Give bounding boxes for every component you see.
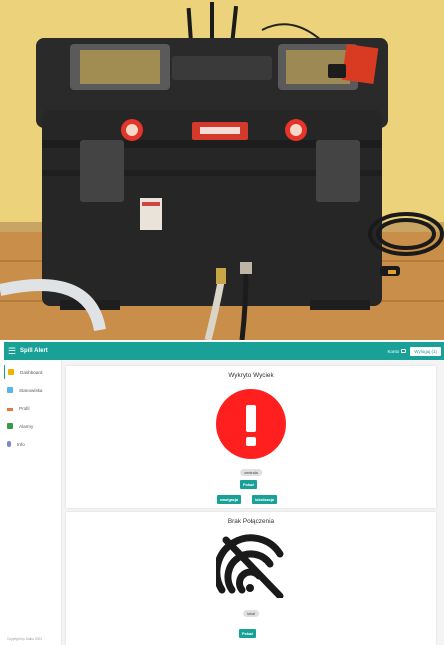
dashboard-icon [8,369,14,375]
card-title: Brak Połączenia [227,518,275,525]
sidebar-item-label: Stanowiska [19,387,43,393]
sidebar: Dashboard Stanowiska Profil Alarmy Info … [4,360,62,645]
app-bar: ☰ Spill Alert Konto Wyloguj (1) [4,342,444,360]
person-icon [7,405,13,411]
show-button[interactable]: Pokaż [240,480,257,489]
account-label: Konto [387,348,400,354]
account-icon [401,349,407,353]
device-photo [0,0,444,340]
sidebar-item-label: Alarmy [19,423,34,429]
sidebar-item-profile[interactable]: Profil [4,401,62,415]
navigation-button[interactable]: nawigacja [217,495,242,504]
menu-icon[interactable]: ☰ [8,346,18,356]
sidebar-item-info[interactable]: Info [4,437,62,451]
main-content: Wykryto Wyciek centrala Pokaż nawigacja … [62,360,444,645]
app-title: Spill Alert [20,348,48,354]
account-link[interactable]: Konto [388,349,407,354]
device-photo-image [0,0,444,340]
show-button[interactable]: Pokaż [239,629,256,638]
alert-card-no-connection: Brak Połączenia lokal Pokaż [66,512,436,645]
alarm-icon [7,423,13,429]
sidebar-item-label: Info [17,441,25,447]
location-chip: centrala [240,469,262,476]
sidebar-item-stations[interactable]: Stanowiska [4,383,62,397]
sidebar-item-label: Profil [19,405,30,411]
no-signal-icon [216,534,284,598]
info-icon [7,441,11,447]
sidebar-item-alarms[interactable]: Alarmy [4,419,62,433]
stations-icon [7,387,13,393]
screenshot: ☰ Spill Alert Konto Wyloguj (1) Dashboar… [0,0,444,645]
alert-exclamation-icon [216,389,286,459]
sidebar-item-dashboard[interactable]: Dashboard [4,365,62,379]
sidebar-item-label: Dashboard [20,369,43,375]
location-chip: lokal [243,610,259,617]
alert-card-leak: Wykryto Wyciek centrala Pokaż nawigacja … [66,366,436,508]
location-button[interactable]: lokalizacja [252,495,277,504]
card-title: Wykryto Wyciek [228,372,274,379]
footer-copyright: Copyright by Daiku 2023 [7,637,42,641]
logout-button[interactable]: Wyloguj (1) [410,346,441,356]
